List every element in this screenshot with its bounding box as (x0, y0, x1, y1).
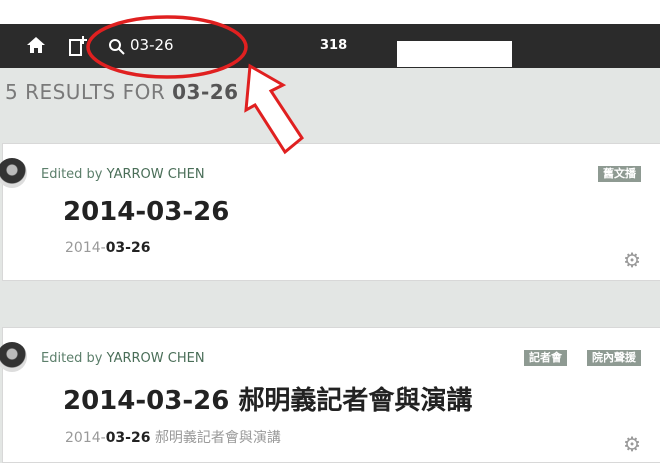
annotation-ellipse (86, 15, 248, 79)
annotation-arrow (244, 63, 304, 155)
annotation-overlay (86, 15, 304, 155)
